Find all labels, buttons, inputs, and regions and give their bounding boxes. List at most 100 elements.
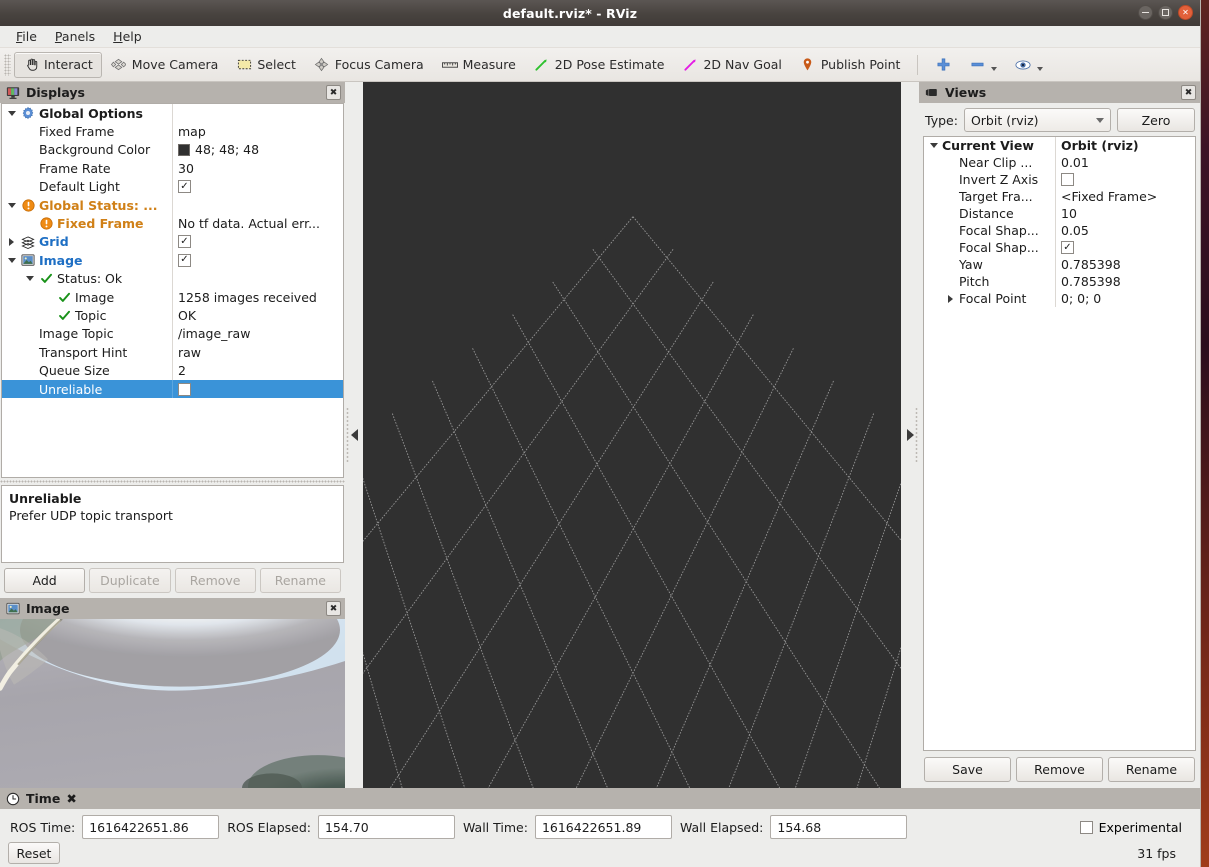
views-tree-row[interactable]: Target Fra... <Fixed Frame> bbox=[924, 188, 1195, 205]
image-panel-close-icon[interactable]: ✖ bbox=[326, 601, 341, 616]
property-value[interactable]: Orbit (rviz) bbox=[1061, 138, 1139, 153]
view-property-name-cell[interactable]: Target Fra... bbox=[924, 189, 1055, 204]
displays-tree-row[interactable]: Frame Rate 30 bbox=[2, 159, 343, 178]
views-tree-row[interactable]: Current View Orbit (rviz) bbox=[924, 137, 1195, 154]
property-value-cell[interactable] bbox=[172, 269, 343, 288]
property-value[interactable]: 30 bbox=[178, 161, 194, 176]
property-value-cell[interactable]: ✓ bbox=[172, 232, 343, 252]
chevron-down-icon[interactable] bbox=[991, 66, 998, 71]
property-value[interactable]: 10 bbox=[1061, 206, 1077, 221]
tool-publish-point[interactable]: Publish Point bbox=[791, 52, 910, 78]
property-value-cell[interactable]: /image_raw bbox=[172, 324, 343, 344]
tool-2d-nav-goal[interactable]: 2D Nav Goal bbox=[673, 52, 790, 78]
color-property-value[interactable]: 48; 48; 48 bbox=[178, 142, 259, 157]
property-value[interactable]: <Fixed Frame> bbox=[1061, 189, 1157, 204]
menu-file[interactable]: File bbox=[8, 27, 45, 46]
property-value-cell[interactable]: map bbox=[172, 122, 343, 141]
property-name-cell[interactable]: Transport Hint bbox=[2, 345, 172, 360]
tool-move-camera[interactable]: Move Camera bbox=[102, 52, 228, 78]
tool-select[interactable]: Select bbox=[227, 52, 305, 78]
maximize-button[interactable] bbox=[1158, 5, 1173, 20]
views-tree-row[interactable]: Yaw 0.785398 bbox=[924, 256, 1195, 273]
time-panel-close-icon[interactable]: ✖ bbox=[66, 791, 76, 806]
rename-view-button[interactable]: Rename bbox=[1108, 757, 1195, 782]
view-property-value-cell[interactable]: 0.785398 bbox=[1055, 273, 1195, 290]
menu-panels[interactable]: Panels bbox=[47, 27, 103, 46]
view-property-value-cell[interactable]: 0; 0; 0 bbox=[1055, 290, 1195, 307]
displays-panel-close-icon[interactable]: ✖ bbox=[326, 85, 341, 100]
expander-collapse-icon[interactable] bbox=[928, 140, 939, 151]
view-property-name-cell[interactable]: Distance bbox=[924, 206, 1055, 221]
property-value-cell[interactable] bbox=[172, 379, 343, 399]
expander-collapse-icon[interactable] bbox=[6, 255, 17, 266]
ros-elapsed-input[interactable]: 154.70 bbox=[317, 815, 455, 839]
property-name-cell[interactable]: Topic bbox=[2, 308, 172, 323]
property-name-cell[interactable]: Grid bbox=[2, 234, 172, 249]
displays-tree-row[interactable]: Default Light ✓ bbox=[2, 177, 343, 196]
displays-tree-row[interactable]: Transport Hint raw bbox=[2, 343, 343, 362]
property-value[interactable]: 1258 images received bbox=[178, 290, 317, 305]
view-property-value-cell[interactable]: 0.785398 bbox=[1055, 256, 1195, 273]
experimental-toggle[interactable]: Experimental bbox=[1079, 820, 1192, 835]
view-property-name-cell[interactable]: Yaw bbox=[924, 257, 1055, 272]
property-value[interactable]: 0.05 bbox=[1061, 223, 1089, 238]
views-tree-row[interactable]: Focal Shap... ✓ bbox=[924, 239, 1195, 256]
view-property-value-cell[interactable]: ✓ bbox=[1055, 239, 1195, 256]
menu-help[interactable]: Help bbox=[105, 27, 150, 46]
view-property-value-cell[interactable] bbox=[1055, 171, 1195, 188]
property-name-cell[interactable]: Image bbox=[2, 290, 172, 305]
chevron-down-icon[interactable] bbox=[1037, 66, 1044, 71]
property-name-cell[interactable]: Fixed Frame bbox=[2, 124, 172, 139]
view-property-name-cell[interactable]: Focal Point bbox=[924, 291, 1055, 306]
visibility-tool-button[interactable] bbox=[1006, 52, 1052, 78]
view-property-name-cell[interactable]: Current View bbox=[924, 138, 1055, 153]
property-value-cell[interactable]: ✓ bbox=[172, 251, 343, 270]
property-value[interactable]: No tf data. Actual err... bbox=[178, 216, 320, 231]
property-name-cell[interactable]: Image Topic bbox=[2, 326, 172, 341]
render-viewport-3d[interactable] bbox=[363, 82, 901, 788]
view-property-value-cell[interactable]: 10 bbox=[1055, 205, 1195, 222]
property-value[interactable]: 0; 0; 0 bbox=[1061, 291, 1101, 306]
property-value[interactable]: 2 bbox=[178, 363, 186, 378]
displays-tree-row[interactable]: Background Color 48; 48; 48 bbox=[2, 140, 343, 160]
remove-view-button[interactable]: Remove bbox=[1016, 757, 1103, 782]
views-tree-row[interactable]: Pitch 0.785398 bbox=[924, 273, 1195, 290]
property-value-cell[interactable]: OK bbox=[172, 306, 343, 325]
view-property-value-cell[interactable]: Orbit (rviz) bbox=[1055, 137, 1195, 154]
property-name-cell[interactable]: Background Color bbox=[2, 142, 172, 157]
view-property-value-cell[interactable]: 0.01 bbox=[1055, 154, 1195, 171]
expander-collapse-icon[interactable] bbox=[6, 200, 17, 211]
view-property-name-cell[interactable]: Pitch bbox=[924, 274, 1055, 289]
tool-focus-camera[interactable]: Focus Camera bbox=[305, 52, 433, 78]
property-name-cell[interactable]: Global Options bbox=[2, 106, 172, 121]
property-value-cell[interactable] bbox=[172, 195, 343, 215]
right-splitter[interactable] bbox=[901, 82, 919, 788]
view-property-name-cell[interactable]: Invert Z Axis bbox=[924, 172, 1055, 187]
displays-tree-row[interactable]: Unreliable bbox=[2, 379, 343, 399]
add-tool-button[interactable] bbox=[926, 52, 960, 78]
view-property-value-cell[interactable]: 0.05 bbox=[1055, 222, 1195, 239]
reset-button[interactable]: Reset bbox=[8, 842, 60, 864]
property-value[interactable]: 0.785398 bbox=[1061, 274, 1121, 289]
property-value[interactable]: map bbox=[178, 124, 206, 139]
view-property-name-cell[interactable]: Near Clip ... bbox=[924, 155, 1055, 170]
displays-tree-row[interactable]: Status: Ok bbox=[2, 269, 343, 288]
property-value[interactable]: raw bbox=[178, 345, 201, 360]
displays-tree-row[interactable]: Image ✓ bbox=[2, 251, 343, 270]
property-value-cell[interactable]: No tf data. Actual err... bbox=[172, 214, 343, 233]
views-tree-row[interactable]: Invert Z Axis bbox=[924, 171, 1195, 188]
views-panel-close-icon[interactable]: ✖ bbox=[1181, 85, 1196, 100]
displays-tree[interactable]: Global Options Fixed Frame map Background C… bbox=[1, 103, 344, 478]
property-value-cell[interactable]: 2 bbox=[172, 361, 343, 380]
close-button[interactable]: ✕ bbox=[1178, 5, 1193, 20]
view-property-name-cell[interactable]: Focal Shap... bbox=[924, 240, 1055, 255]
views-tree-row[interactable]: Focal Point 0; 0; 0 bbox=[924, 290, 1195, 307]
property-checkbox-unchecked[interactable] bbox=[178, 382, 191, 396]
tool-measure[interactable]: Measure bbox=[433, 52, 525, 78]
property-name-cell[interactable]: Image bbox=[2, 253, 172, 268]
displays-tree-row[interactable]: Grid ✓ bbox=[2, 232, 343, 252]
displays-tree-row[interactable]: Fixed Frame No tf data. Actual err... bbox=[2, 214, 343, 233]
wall-elapsed-input[interactable]: 154.68 bbox=[770, 815, 908, 839]
property-name-cell[interactable]: Global Status: ... bbox=[2, 198, 172, 213]
displays-tree-row[interactable]: Global Options bbox=[2, 104, 343, 123]
